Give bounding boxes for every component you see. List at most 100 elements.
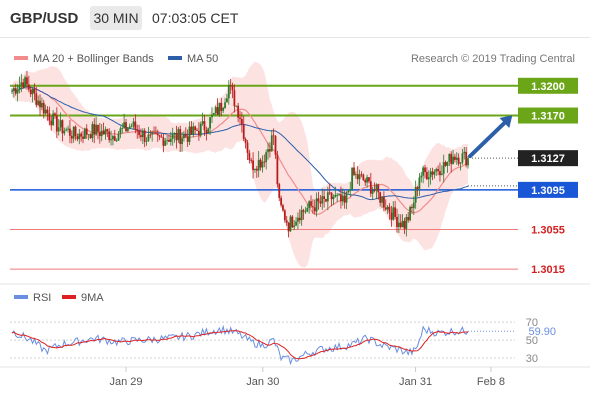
resistance-tag-label: 1.3200 <box>531 81 565 93</box>
candle-body <box>12 88 15 91</box>
candle-body <box>254 168 256 171</box>
candle-body <box>310 201 312 207</box>
candle-body <box>360 174 363 176</box>
candle-body <box>16 89 19 94</box>
candle-body <box>220 102 223 111</box>
resistance-tag-label: 1.3170 <box>531 111 565 123</box>
x-tick-label: Feb 8 <box>477 376 505 388</box>
candle-body <box>409 206 411 221</box>
candle-body <box>366 177 368 183</box>
candle-body <box>319 201 322 204</box>
candle-body <box>20 82 23 86</box>
candle-body <box>98 131 101 137</box>
candle-body <box>89 134 92 139</box>
candle-body <box>134 121 137 130</box>
candle-body <box>274 136 277 155</box>
candle-body <box>164 140 167 146</box>
candle-body <box>437 169 439 172</box>
candle-body <box>282 205 284 211</box>
rsi-ma-legend-label: 9MA <box>81 292 104 304</box>
candle-body <box>431 171 434 175</box>
candle-body <box>399 222 402 228</box>
candle-body <box>199 123 202 136</box>
candle-body <box>338 194 340 195</box>
candle-body <box>207 128 210 133</box>
candle-body <box>100 130 103 137</box>
candle-body <box>439 171 441 176</box>
candle-body <box>57 127 60 132</box>
candle-body <box>102 130 105 135</box>
candle-body <box>104 129 107 135</box>
candle-body <box>306 208 309 212</box>
candle-body <box>149 134 152 136</box>
candle-body <box>270 135 273 152</box>
pivot-tag-label: 1.3095 <box>531 185 565 197</box>
candle-body <box>276 154 279 185</box>
candle-body <box>177 129 180 141</box>
chart-svg: MA 20 + Bollinger Bands MA 50 Research ©… <box>0 53 590 388</box>
candle-body <box>257 159 260 171</box>
candle-body <box>48 113 51 121</box>
candle-body <box>246 142 249 153</box>
candle-body <box>323 196 325 199</box>
candle-body <box>444 162 447 166</box>
candle-body <box>427 177 430 180</box>
candle-body <box>67 128 69 130</box>
candle-body <box>377 184 380 193</box>
forecast-arrow-shaft <box>468 117 510 159</box>
candle-body <box>59 120 62 128</box>
rsi-legend: RSI 9MA <box>14 292 104 304</box>
candle-body <box>250 160 253 161</box>
timeframe-badge[interactable]: 30 MIN <box>90 6 142 30</box>
forecast-arrow <box>468 115 513 159</box>
candle-body <box>115 140 118 142</box>
candle-body <box>54 113 56 116</box>
candle-body <box>14 88 17 94</box>
candle-body <box>433 171 436 175</box>
candle-body <box>35 93 38 105</box>
candle-body <box>416 187 419 189</box>
support-label: 1.3015 <box>531 264 565 276</box>
candle-body <box>110 139 112 141</box>
candle-body <box>373 190 376 192</box>
candle-body <box>117 133 120 141</box>
candle-body <box>388 206 391 213</box>
candle-body <box>61 120 64 134</box>
candle-body <box>130 126 133 128</box>
candle-body <box>218 102 221 115</box>
candle-body <box>343 195 346 203</box>
candle-body <box>396 216 398 227</box>
candle-body <box>190 126 193 135</box>
candle-body <box>283 210 286 221</box>
support-label: 1.3055 <box>531 225 565 237</box>
candle-body <box>113 136 116 141</box>
candle-body <box>358 174 361 180</box>
candle-body <box>237 105 240 118</box>
candle-body <box>340 194 342 202</box>
candle-body <box>450 153 453 164</box>
candle-body <box>351 167 354 190</box>
candle-body <box>341 195 344 202</box>
candle-body <box>52 113 55 126</box>
candle-body <box>261 161 264 168</box>
candle-body <box>42 102 45 114</box>
candle-body <box>425 172 428 180</box>
rsi-current-value: 59.90 <box>528 326 556 338</box>
candle-body <box>201 121 204 124</box>
candle-body <box>381 196 383 203</box>
instrument-symbol[interactable]: GBP/USD <box>10 10 78 27</box>
candle-body <box>158 135 161 137</box>
candle-body <box>156 133 159 136</box>
candle-body <box>93 124 96 135</box>
candle-body <box>227 85 230 99</box>
candle-body <box>272 135 275 137</box>
candle-body <box>186 136 189 142</box>
candle-body <box>222 107 225 111</box>
candle-body <box>461 153 464 163</box>
candle-body <box>371 190 374 194</box>
candle-body <box>362 174 365 180</box>
candle-body <box>162 137 165 146</box>
candle-body <box>300 210 303 221</box>
candle-body <box>95 124 97 135</box>
candle-body <box>457 157 460 164</box>
